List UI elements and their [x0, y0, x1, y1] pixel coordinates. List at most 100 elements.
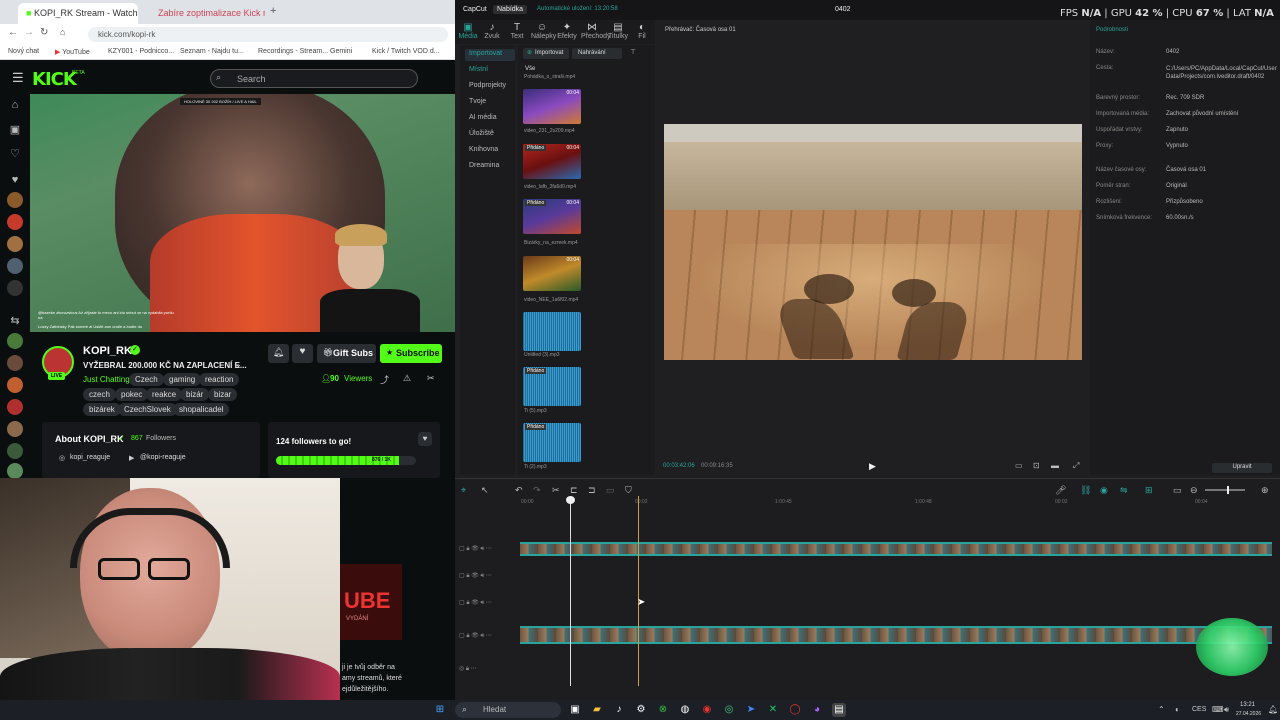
timeline-video-track-1[interactable] [520, 542, 1272, 556]
home-icon[interactable]: ⌂ [8, 99, 22, 113]
tag-chip[interactable]: Czech [129, 373, 164, 386]
tag-chip[interactable]: shopalicadel [173, 403, 230, 416]
xbox-icon[interactable]: ⊗ [656, 703, 670, 717]
bookmark-item[interactable]: Seznam - Najdu tu... [180, 48, 244, 55]
bookmark-item[interactable]: KZY001 - Podnicco... [108, 48, 174, 55]
shield-icon[interactable]: ⛉ [625, 485, 632, 496]
channel-avatar[interactable] [7, 333, 23, 349]
opera-icon[interactable]: ◯ [788, 703, 802, 717]
media-thumbnail[interactable]: Přidáno 00:04 [523, 144, 581, 179]
share-icon[interactable]: ⤴ [380, 373, 389, 386]
tag-chip[interactable]: bizar [208, 388, 238, 401]
kick-logo[interactable]: KICK [32, 69, 77, 90]
chrome-icon[interactable]: ◎ [722, 703, 736, 717]
microphone-icon[interactable]: 🎤︎ [1055, 485, 1066, 496]
playhead-handle[interactable] [566, 496, 575, 504]
preview-axis-icon[interactable]: ◉ [1100, 485, 1108, 496]
tag-chip[interactable]: bizár [180, 388, 210, 401]
track-header-controls[interactable]: ▢ 🔒︎ 👁︎ 🔊︎ ⋯ [459, 632, 492, 640]
split-left-icon[interactable]: ⊏ [570, 485, 578, 496]
timeline-video-track-main[interactable] [520, 626, 1272, 644]
telegram-icon[interactable]: ➤ [744, 703, 758, 717]
browser-tab-2[interactable]: Zabíre zoptimalizace Kick na... [150, 3, 265, 24]
tool-text[interactable]: T Text [506, 22, 528, 40]
nav-dreamina[interactable]: Dreamina [465, 161, 515, 173]
link-icon[interactable]: ⛓ [1080, 485, 1091, 496]
snap-icon[interactable]: ⇋ [1120, 485, 1128, 496]
split-right-icon[interactable]: ⊐ [588, 485, 596, 496]
windows-start-icon[interactable]: ⊞ [433, 703, 447, 717]
channel-name[interactable]: KOPI_RK [83, 345, 132, 357]
ratio-icon[interactable]: ▬ [1051, 461, 1059, 470]
kick-search-input[interactable]: Search [210, 69, 418, 88]
delete-icon[interactable]: ▭ [606, 485, 615, 496]
zoom-slider-track[interactable] [1205, 489, 1245, 491]
bookmark-item[interactable]: Nový chat [8, 48, 39, 55]
url-input[interactable]: kick.com/kopi-rk [88, 27, 448, 42]
zoom-out-icon[interactable]: ⊖ [1190, 485, 1198, 496]
tag-chip[interactable]: CzechSlovek [118, 403, 177, 416]
bookmark-item[interactable]: ▶ YouTube [55, 48, 90, 56]
channel-avatar[interactable] [7, 443, 23, 459]
nav-import[interactable]: Importovat [465, 49, 515, 61]
collapse-icon[interactable]: ⇆ [8, 314, 22, 328]
tag-chip[interactable]: reaction [199, 373, 240, 386]
nav-ai-media[interactable]: AI média [465, 113, 515, 125]
audio-thumbnail[interactable]: Přidáno [523, 423, 581, 462]
menu-button[interactable]: Nabídka [493, 5, 528, 14]
stream-video-player[interactable]: HOLOVINÉ 30 202 BOŽÍH / LIVE A HAIL @baz… [30, 94, 455, 332]
forward-icon[interactable]: → [24, 27, 34, 38]
play-icon[interactable]: ▶ [869, 461, 876, 472]
tag-chip[interactable]: reakce [146, 388, 183, 401]
select-tool-icon[interactable]: ⌖ [461, 485, 466, 496]
clock-time[interactable]: 13:21 [1240, 702, 1255, 708]
audio-thumbnail[interactable] [523, 312, 581, 351]
notification-bell-icon[interactable]: 🔔︎ [268, 344, 289, 363]
bookmark-item[interactable]: Kick / Twitch VOD d... [372, 48, 440, 55]
tool-effects[interactable]: ✦ Efekty [556, 22, 578, 40]
redo-icon[interactable]: ↷ [533, 485, 541, 496]
tray-chevron-icon[interactable]: ⌃ [1158, 705, 1165, 714]
media-thumbnail[interactable]: Přidáno 00:04 [523, 199, 581, 234]
heart-icon[interactable]: ♥ [418, 432, 432, 446]
language-indicator[interactable]: CES [1192, 706, 1206, 713]
channel-avatar[interactable] [7, 355, 23, 371]
sort-dropdown[interactable]: Nahrávání [572, 48, 622, 59]
media-thumbnail[interactable]: 00:04 [523, 89, 581, 124]
capcut-taskbar-icon[interactable]: ▤ [832, 703, 846, 717]
taskbar-search[interactable]: Hledat [455, 702, 561, 718]
nav-storage[interactable]: Úložiště [465, 129, 515, 141]
undo-icon[interactable]: ↶ [515, 485, 523, 496]
nav-local[interactable]: Místní [465, 65, 515, 77]
volume-icon[interactable]: 🔊︎ [1224, 705, 1229, 715]
tool-stickers[interactable]: ☺ Nálepky [531, 22, 556, 40]
audio-link-icon[interactable]: ⊞ [1145, 485, 1153, 496]
nav-subprojects[interactable]: Podprojekty [465, 81, 515, 93]
tool-audio[interactable]: ♪ Zvuk [481, 22, 503, 40]
red-app-icon[interactable]: ◉ [700, 703, 714, 717]
tiktok-icon[interactable]: ♪ [612, 703, 626, 717]
video-preview-canvas[interactable] [664, 124, 1082, 360]
split-icon[interactable]: ✂ [552, 485, 560, 496]
track-header-controls[interactable]: ▢ 🔒︎ 👁︎ 🔊︎ ⋯ [459, 545, 492, 553]
social-link-youtube[interactable]: @kopi-reaguje [140, 454, 186, 461]
tool-transitions[interactable]: ⋈ Přechody [581, 22, 611, 40]
hamburger-menu-icon[interactable]: ☰ [12, 70, 24, 86]
social-link-instagram[interactable]: kopi_reaguje [70, 454, 110, 461]
back-icon[interactable]: ← [8, 27, 18, 38]
bookmark-item[interactable]: Gemini [330, 48, 352, 55]
follow-heart-icon[interactable]: ♥ [292, 344, 313, 363]
channel-avatar[interactable] [7, 377, 23, 393]
track-header-controls[interactable]: ▢ 🔒︎ 👁︎ 🔊︎ ⋯ [459, 572, 492, 580]
channel-avatar[interactable] [7, 236, 23, 252]
clip-icon[interactable]: ✂ [427, 373, 435, 384]
channel-avatar[interactable] [7, 192, 23, 208]
tag-chip[interactable]: pokec [115, 388, 149, 401]
channel-avatar[interactable] [7, 399, 23, 415]
pointer-tool-icon[interactable]: ↖ [481, 485, 489, 496]
zoom-in-icon[interactable]: ⊕ [1261, 485, 1269, 496]
clock-date[interactable]: 27.04.2026 [1236, 711, 1261, 717]
nav-library[interactable]: Knihovna [465, 145, 515, 157]
browser-tab-kick[interactable]: ■ KOPI_RK Stream - Watch Live on Kick [18, 3, 138, 24]
edit-button[interactable]: Upravit [1212, 463, 1272, 473]
